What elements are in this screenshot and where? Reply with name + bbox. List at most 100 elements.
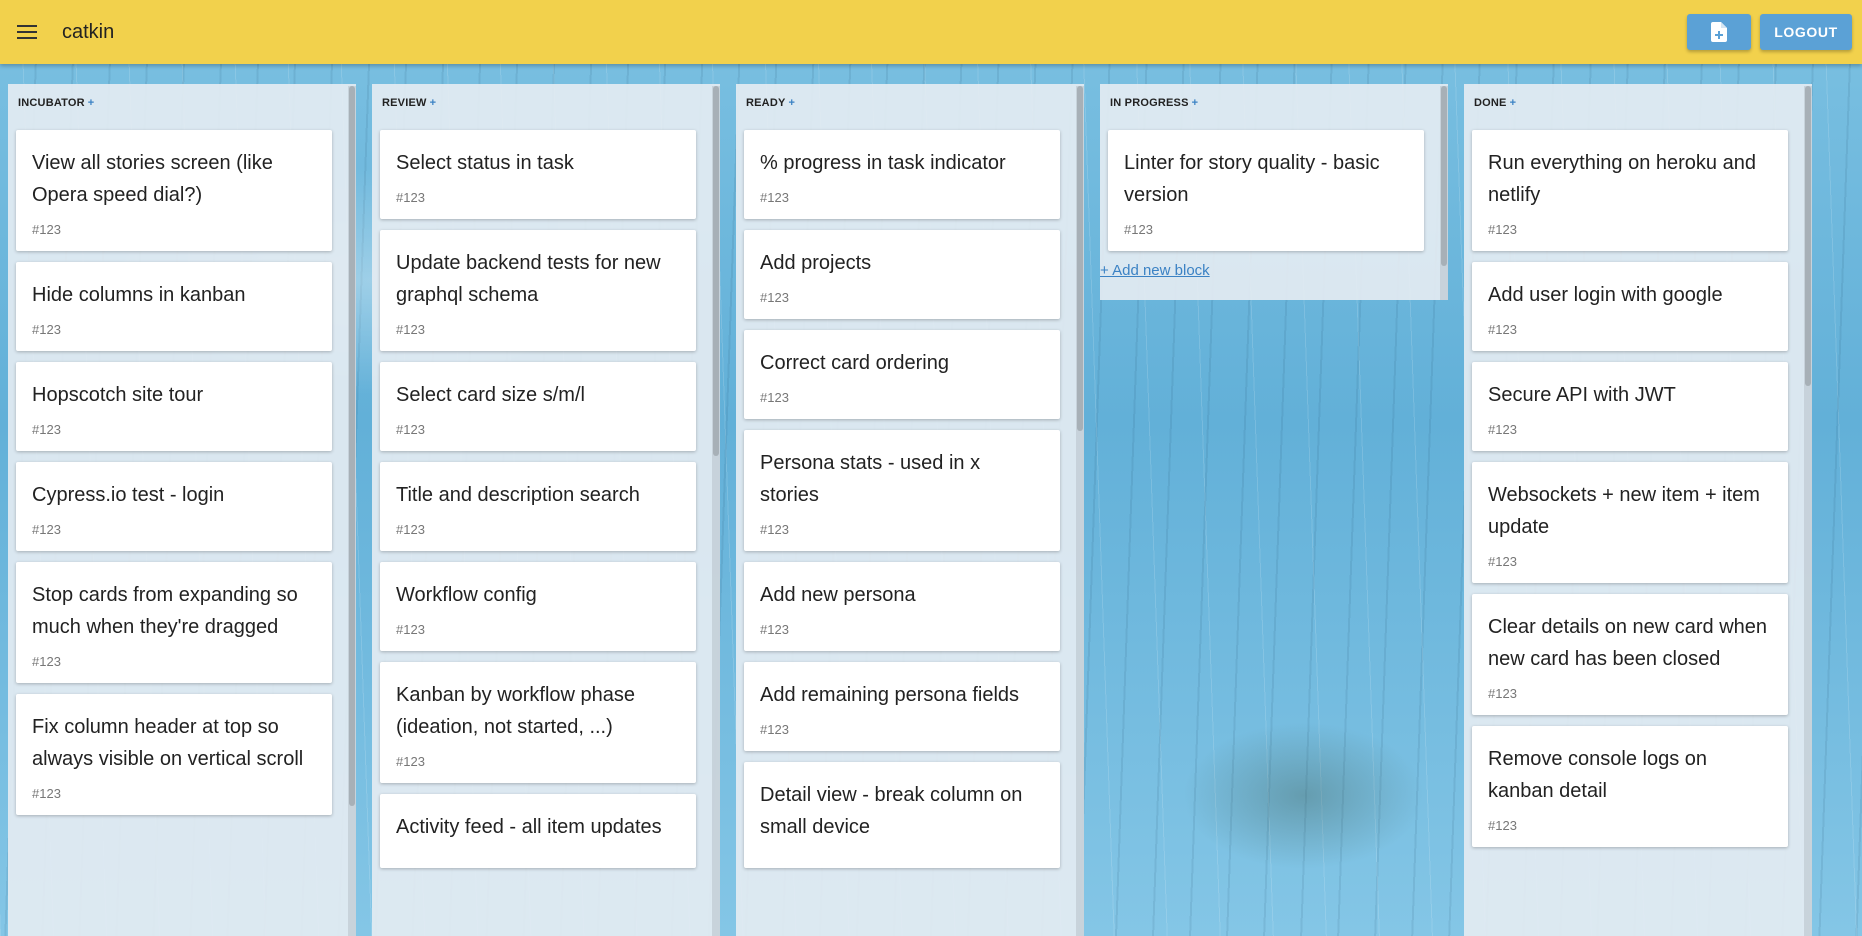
story-card[interactable]: Run everything on heroku and netlify #12… [1472, 130, 1788, 251]
scrollbar-thumb[interactable] [1805, 86, 1811, 386]
story-card[interactable]: Select card size s/m/l #123 [380, 362, 696, 451]
story-card[interactable]: Cypress.io test - login #123 [16, 462, 332, 551]
scrollbar-thumb[interactable] [713, 86, 719, 456]
add-card-button[interactable]: + [789, 97, 796, 109]
card-title: Add user login with google [1488, 284, 1723, 306]
menu-icon[interactable] [14, 22, 40, 42]
card-id: #123 [32, 522, 61, 537]
card-id: #123 [1488, 322, 1517, 337]
column-in-progress: IN PROGRESS + Linter for story quality -… [1100, 84, 1448, 300]
story-card[interactable]: Hide columns in kanban #123 [16, 262, 332, 351]
scrollbar-thumb[interactable] [349, 86, 355, 806]
card-id: #123 [396, 422, 425, 437]
card-title: Kanban by workflow phase (ideation, not … [396, 684, 636, 738]
column-title: INCUBATOR [18, 97, 85, 109]
card-title: Persona stats - used in x stories [760, 452, 981, 506]
column-header: INCUBATOR + [8, 84, 356, 130]
add-card-button[interactable]: + [88, 97, 95, 109]
story-card[interactable]: Select status in task #123 [380, 130, 696, 219]
column-ready: READY + % progress in task indicator #12… [736, 84, 1084, 936]
card-id: #123 [760, 190, 789, 205]
story-card[interactable]: Hopscotch site tour #123 [16, 362, 332, 451]
story-card[interactable]: Workflow config #123 [380, 562, 696, 651]
add-card-button[interactable]: + [430, 97, 437, 109]
column-title: DONE [1474, 97, 1507, 109]
story-card[interactable]: % progress in task indicator #123 [744, 130, 1060, 219]
story-card[interactable]: Persona stats - used in x stories #123 [744, 430, 1060, 551]
scrollbar-thumb[interactable] [1077, 86, 1083, 431]
story-card[interactable]: Kanban by workflow phase (ideation, not … [380, 662, 696, 783]
story-card[interactable]: Fix column header at top so always visib… [16, 694, 332, 815]
card-id: #123 [396, 522, 425, 537]
column-scrollbar[interactable] [1440, 86, 1448, 300]
card-id: #123 [760, 622, 789, 637]
column-title: IN PROGRESS [1110, 97, 1189, 109]
story-card[interactable]: Add user login with google #123 [1472, 262, 1788, 351]
card-title: Fix column header at top so always visib… [32, 716, 304, 770]
card-id: #123 [1488, 222, 1517, 237]
story-card[interactable]: Secure API with JWT #123 [1472, 362, 1788, 451]
app-title: catkin [62, 20, 115, 43]
card-title: Add projects [760, 252, 872, 274]
story-card[interactable]: Correct card ordering #123 [744, 330, 1060, 419]
story-card[interactable]: Add projects #123 [744, 230, 1060, 319]
card-title: Add remaining persona fields [760, 684, 1020, 706]
card-title: Title and description search [396, 484, 640, 506]
card-title: Hopscotch site tour [32, 384, 204, 406]
card-id: #123 [396, 190, 425, 205]
card-id: #123 [1488, 422, 1517, 437]
card-id: #123 [32, 654, 61, 669]
app-bar: catkin LOGOUT [0, 0, 1862, 64]
column-incubator: INCUBATOR + View all stories screen (lik… [8, 84, 356, 936]
card-list: View all stories screen (like Opera spee… [8, 130, 356, 815]
add-card-button[interactable]: + [1192, 97, 1199, 109]
card-id: #123 [32, 322, 61, 337]
card-title: Add new persona [760, 584, 916, 606]
column-header: IN PROGRESS + [1100, 84, 1448, 130]
column-scrollbar[interactable] [712, 86, 720, 936]
card-id: #123 [760, 290, 789, 305]
story-card[interactable]: Websockets + new item + item update #123 [1472, 462, 1788, 583]
column-scrollbar[interactable] [1804, 86, 1812, 936]
card-id: #123 [1488, 818, 1517, 833]
column-done: DONE + Run everything on heroku and netl… [1464, 84, 1812, 936]
story-card[interactable]: Add new persona #123 [744, 562, 1060, 651]
add-block-row: + Add new block [1100, 262, 1448, 280]
card-title: Activity feed - all item updates [396, 816, 662, 838]
kanban-board: INCUBATOR + View all stories screen (lik… [0, 64, 1862, 936]
card-id: #123 [396, 622, 425, 637]
story-card[interactable]: Remove console logs on kanban detail #12… [1472, 726, 1788, 847]
card-title: View all stories screen (like Opera spee… [32, 152, 273, 206]
story-card[interactable]: Add remaining persona fields #123 [744, 662, 1060, 751]
column-scrollbar[interactable] [1076, 86, 1084, 936]
card-list: Linter for story quality - basic version… [1100, 130, 1448, 251]
logout-button[interactable]: LOGOUT [1760, 14, 1852, 50]
card-id: #123 [396, 322, 425, 337]
card-title: Stop cards from expanding so much when t… [32, 584, 298, 638]
story-card[interactable]: Stop cards from expanding so much when t… [16, 562, 332, 683]
card-id: #123 [32, 786, 61, 801]
story-card[interactable]: Clear details on new card when new card … [1472, 594, 1788, 715]
story-card[interactable]: Title and description search #123 [380, 462, 696, 551]
scrollbar-thumb[interactable] [1441, 86, 1447, 266]
column-header: REVIEW + [372, 84, 720, 130]
column-review: REVIEW + Select status in task #123 Upda… [372, 84, 720, 936]
column-scrollbar[interactable] [348, 86, 356, 936]
column-header: READY + [736, 84, 1084, 130]
card-title: Workflow config [396, 584, 537, 606]
card-id: #123 [1124, 222, 1153, 237]
appbar-actions: LOGOUT [1687, 14, 1852, 50]
card-id: #123 [32, 422, 61, 437]
card-id: #123 [1488, 554, 1517, 569]
story-card[interactable]: Update backend tests for new graphql sch… [380, 230, 696, 351]
card-title: Secure API with JWT [1488, 384, 1676, 406]
new-document-button[interactable] [1687, 14, 1751, 50]
story-card[interactable]: Activity feed - all item updates [380, 794, 696, 868]
card-id: #123 [760, 722, 789, 737]
add-card-button[interactable]: + [1510, 97, 1517, 109]
story-card[interactable]: View all stories screen (like Opera spee… [16, 130, 332, 251]
add-new-block-link[interactable]: + Add new block [1100, 258, 1210, 285]
story-card[interactable]: Detail view - break column on small devi… [744, 762, 1060, 868]
story-card[interactable]: Linter for story quality - basic version… [1108, 130, 1424, 251]
card-title: Update backend tests for new graphql sch… [396, 252, 661, 306]
